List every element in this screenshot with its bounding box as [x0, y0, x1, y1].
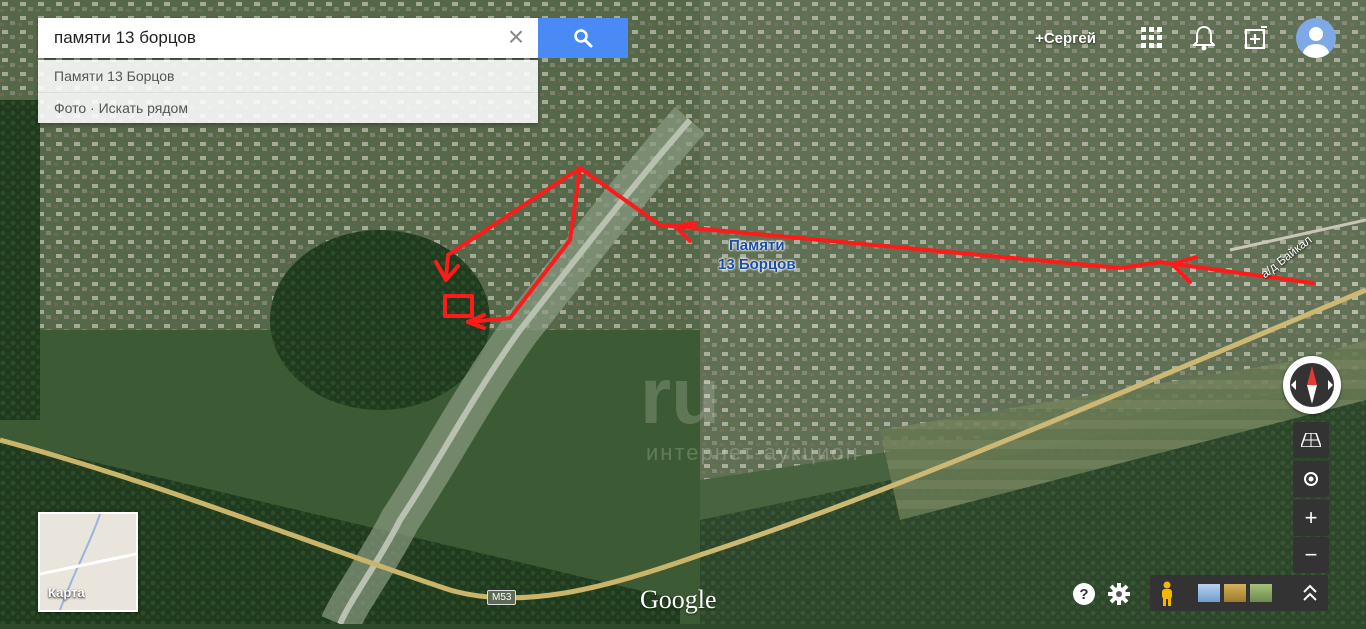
account-bar: +Сергей	[1035, 16, 1336, 60]
highway-shield: M53	[487, 590, 517, 605]
layers-bar	[1150, 575, 1328, 611]
apps-grid-icon	[1141, 27, 1162, 48]
help-icon: ?	[1073, 583, 1095, 605]
watermark: ru	[640, 351, 720, 440]
clear-search-button[interactable]: ×	[500, 22, 532, 54]
layer-thumb-terrain[interactable]	[1224, 584, 1246, 602]
compass-control[interactable]	[1283, 356, 1341, 414]
search-icon	[574, 29, 593, 48]
my-location-button[interactable]	[1293, 461, 1329, 497]
search-button[interactable]	[538, 18, 628, 58]
compass-icon	[1284, 357, 1340, 413]
pegman-button[interactable]	[1158, 581, 1176, 612]
map-view-toggle[interactable]: Карта	[38, 512, 138, 612]
crosshair-icon	[1304, 472, 1318, 486]
search-box: ×	[38, 18, 538, 58]
add-box-icon	[1245, 26, 1267, 49]
watermark-subtitle: интернет-аукцион	[646, 440, 860, 465]
expand-layers-button[interactable]	[1302, 583, 1318, 608]
settings-button[interactable]	[1105, 580, 1133, 608]
apps-button[interactable]	[1132, 18, 1172, 58]
close-icon: ×	[507, 21, 525, 52]
search-suggestions: Памяти 13 Борцов Фото · Искать рядом	[38, 60, 538, 123]
map-controls	[1283, 356, 1341, 414]
gear-icon	[1108, 583, 1130, 605]
user-profile-link[interactable]: +Сергей	[1035, 30, 1096, 47]
layer-thumb-photo[interactable]	[1250, 584, 1272, 602]
street-label[interactable]: Памяти 13 Борцов	[718, 236, 796, 274]
tilt-icon	[1299, 432, 1323, 448]
bell-icon	[1193, 25, 1215, 51]
notifications-button[interactable]	[1184, 18, 1224, 58]
minus-icon: −	[1304, 542, 1318, 567]
street-label-line2: 13 Борцов	[718, 256, 796, 273]
help-button[interactable]: ?	[1070, 580, 1098, 608]
avatar[interactable]	[1296, 18, 1336, 58]
share-add-button[interactable]	[1236, 18, 1276, 58]
google-logo: Google	[640, 585, 717, 614]
tilt-button[interactable]	[1293, 422, 1329, 458]
suggestion-item[interactable]: Фото · Искать рядом	[38, 93, 538, 123]
pegman-icon	[1162, 581, 1172, 606]
svg-text:?: ?	[1079, 586, 1088, 603]
street-label-line1: Памяти	[729, 237, 785, 254]
chevron-up-icon	[1303, 584, 1317, 601]
zoom-out-button[interactable]: −	[1293, 537, 1329, 573]
plus-icon: +	[1304, 505, 1318, 530]
minimap-label: Карта	[48, 585, 85, 600]
zoom-in-button[interactable]: +	[1293, 500, 1329, 536]
layer-thumb-earth[interactable]	[1198, 584, 1220, 602]
suggestion-item[interactable]: Памяти 13 Борцов	[38, 60, 538, 93]
user-avatar-icon	[1303, 27, 1329, 58]
search-input[interactable]	[38, 18, 498, 58]
